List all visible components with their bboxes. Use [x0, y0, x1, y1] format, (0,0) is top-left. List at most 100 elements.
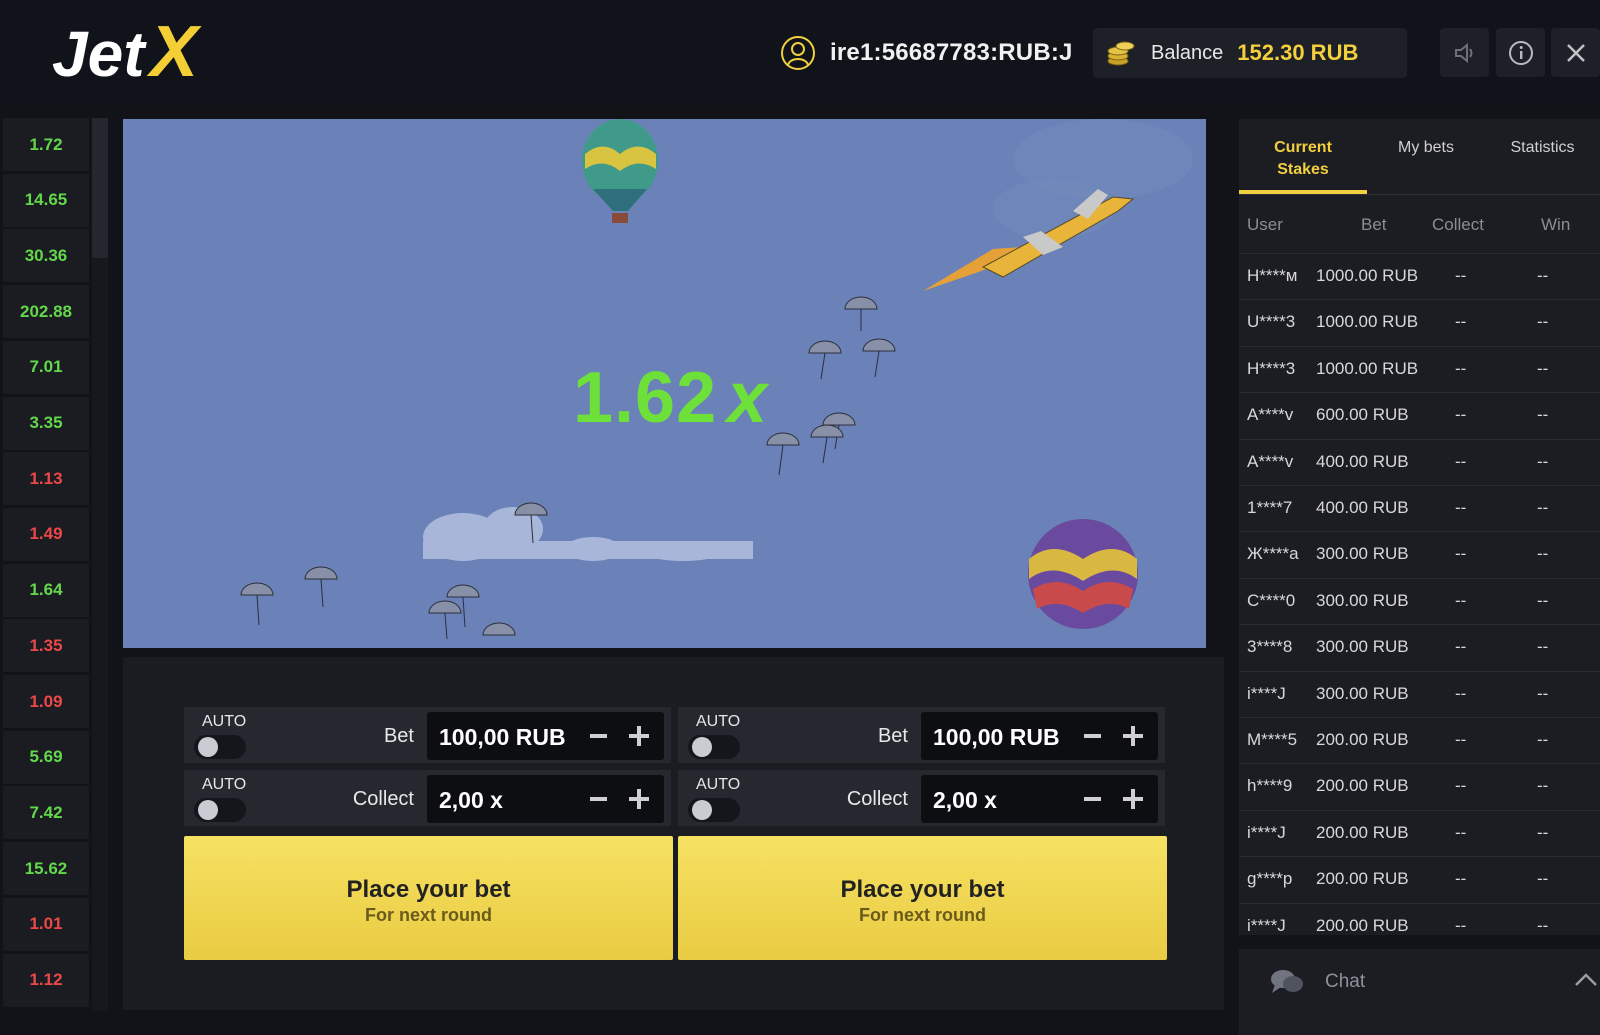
auto-bet-toggle-2[interactable] — [688, 735, 740, 759]
bet-label-1: Bet — [383, 725, 414, 747]
stake-win: -- — [1537, 730, 1549, 749]
stake-win: -- — [1537, 776, 1549, 796]
column-collect: Collect — [1432, 215, 1484, 234]
column-win: Win — [1541, 215, 1571, 234]
toggle-knob — [692, 737, 712, 757]
game-canvas: 1.62 x — [123, 119, 1206, 648]
sound-button[interactable] — [1440, 28, 1489, 77]
stake-user: i****J — [1247, 822, 1286, 842]
collect-increase-button-2[interactable] — [1123, 789, 1143, 809]
stake-user: U****3 — [1247, 312, 1296, 332]
tab-my-bets[interactable]: My bets — [1367, 137, 1485, 159]
collect-field-2[interactable]: 2,00 x — [921, 775, 1158, 823]
balance-label: Balance — [1151, 41, 1224, 64]
bet-decrease-button-1[interactable] — [590, 734, 607, 738]
stake-bet: 200.00 RUB — [1316, 730, 1409, 749]
stake-collect: -- — [1455, 776, 1467, 796]
bet-decrease-button-2[interactable] — [1084, 734, 1101, 738]
chat-label: Chat — [1325, 971, 1366, 992]
stake-collect: -- — [1455, 312, 1467, 332]
stake-user: A****v — [1247, 451, 1294, 471]
auto-collect-toggle-2[interactable] — [688, 798, 740, 822]
chevron-up-icon[interactable] — [1574, 971, 1598, 987]
bet-label-2: Bet — [877, 725, 908, 747]
top-bar: Jet X ire1:56687783:RUB:J Balance 152.30… — [0, 0, 1600, 108]
chat-icon — [1271, 970, 1303, 993]
bet-amount-field-2[interactable]: 100,00 RUB — [921, 712, 1158, 760]
collect-row-1: AUTO Collect 2,00 x — [184, 770, 671, 826]
history-multiplier: 1.01 — [3, 897, 89, 951]
stake-row: H****м 1000.00 RUB -- -- — [1239, 253, 1600, 297]
stake-win: -- — [1537, 312, 1549, 332]
stake-win: -- — [1537, 405, 1549, 425]
stakes-panel: Current Stakes My bets Statistics User B… — [1239, 119, 1600, 935]
place-bet-button-2[interactable]: Place your bet For next round — [678, 836, 1167, 960]
username: ire1:56687783:RUB:J — [830, 39, 1073, 66]
stake-bet: 200.00 RUB — [1316, 869, 1409, 889]
bet-row-2: AUTO Bet 100,00 RUB — [678, 707, 1165, 763]
collect-decrease-button-1[interactable] — [590, 797, 607, 801]
history-multiplier: 202.88 — [3, 285, 89, 339]
stake-bet: 600.00 RUB — [1316, 405, 1409, 425]
place-bet-button-1[interactable]: Place your bet For next round — [184, 836, 673, 960]
collect-label-2: Collect — [846, 788, 908, 810]
collect-value-2: 2,00 x — [933, 787, 997, 813]
stake-bet: 400.00 RUB — [1316, 451, 1409, 471]
collect-decrease-button-2[interactable] — [1084, 797, 1101, 801]
tab-statistics[interactable]: Statistics — [1485, 137, 1600, 159]
stake-bet: 300.00 RUB — [1316, 637, 1409, 657]
stake-row: i****J 300.00 RUB -- -- — [1239, 670, 1600, 715]
collect-increase-button-1[interactable] — [629, 789, 649, 809]
toggle-knob — [198, 737, 218, 757]
toggle-knob — [198, 800, 218, 820]
history-multiplier: 5.69 — [3, 730, 89, 784]
speaker-icon — [1454, 42, 1472, 63]
info-button[interactable] — [1496, 28, 1545, 77]
bet-amount-value-2: 100,00 RUB — [933, 724, 1060, 750]
auto-bet-toggle-1[interactable] — [194, 735, 246, 759]
stake-row: 1****7 400.00 RUB -- -- — [1239, 485, 1600, 529]
bet-increase-button-2[interactable] — [1123, 726, 1143, 746]
stake-user: C****0 — [1247, 590, 1296, 610]
tab-current-stakes[interactable]: Current Stakes — [1239, 137, 1367, 181]
stake-bet: 300.00 RUB — [1316, 544, 1409, 564]
place-bet-sublabel-2: For next round — [859, 905, 986, 925]
stake-row: h****9 200.00 RUB -- -- — [1239, 763, 1600, 807]
history-scroll-thumb[interactable] — [92, 118, 108, 258]
stake-row: g****p 200.00 RUB -- -- — [1239, 856, 1600, 900]
balance-box: Balance 152.30 RUB — [1093, 28, 1407, 78]
stake-row: 3****8 300.00 RUB -- -- — [1239, 624, 1600, 668]
auto-collect-label-1: AUTO — [202, 776, 247, 793]
column-bet: Bet — [1361, 215, 1387, 234]
stake-win: -- — [1537, 498, 1549, 517]
column-user: User — [1247, 215, 1283, 234]
stake-row: H****3 1000.00 RUB -- -- — [1239, 345, 1600, 390]
history-multiplier: 3.35 — [3, 396, 89, 450]
stake-collect: -- — [1455, 405, 1467, 425]
bet-increase-button-1[interactable] — [629, 726, 649, 746]
history-multiplier: 1.72 — [3, 118, 89, 171]
stake-win: -- — [1537, 544, 1549, 564]
bet-amount-field-1[interactable]: 100,00 RUB — [427, 712, 664, 760]
auto-collect-label-2: AUTO — [696, 776, 741, 793]
auto-collect-toggle-1[interactable] — [194, 798, 246, 822]
history-multiplier: 1.35 — [3, 619, 89, 673]
collect-label-1: Collect — [352, 788, 414, 810]
tab-label: Statistics — [1510, 139, 1575, 156]
place-bet-sublabel-1: For next round — [365, 905, 492, 925]
stake-user: M****5 — [1247, 730, 1298, 749]
collect-field-1[interactable]: 2,00 x — [427, 775, 664, 823]
stake-bet: 1000.00 RUB — [1316, 358, 1419, 378]
stake-user: h****9 — [1247, 776, 1293, 796]
stake-row: C****0 300.00 RUB -- -- — [1239, 577, 1600, 622]
history-multiplier: 1.64 — [3, 563, 89, 617]
parachutists — [240, 296, 896, 640]
chat-bar[interactable]: Chat — [1239, 949, 1600, 1035]
toggle-knob — [692, 800, 712, 820]
auto-bet-label-1: AUTO — [202, 713, 247, 730]
stake-row: M****5 200.00 RUB -- -- — [1239, 717, 1600, 761]
stake-win: -- — [1537, 915, 1549, 935]
stake-user: i****J — [1247, 683, 1286, 703]
info-icon — [1508, 40, 1533, 65]
close-button[interactable] — [1551, 28, 1600, 77]
